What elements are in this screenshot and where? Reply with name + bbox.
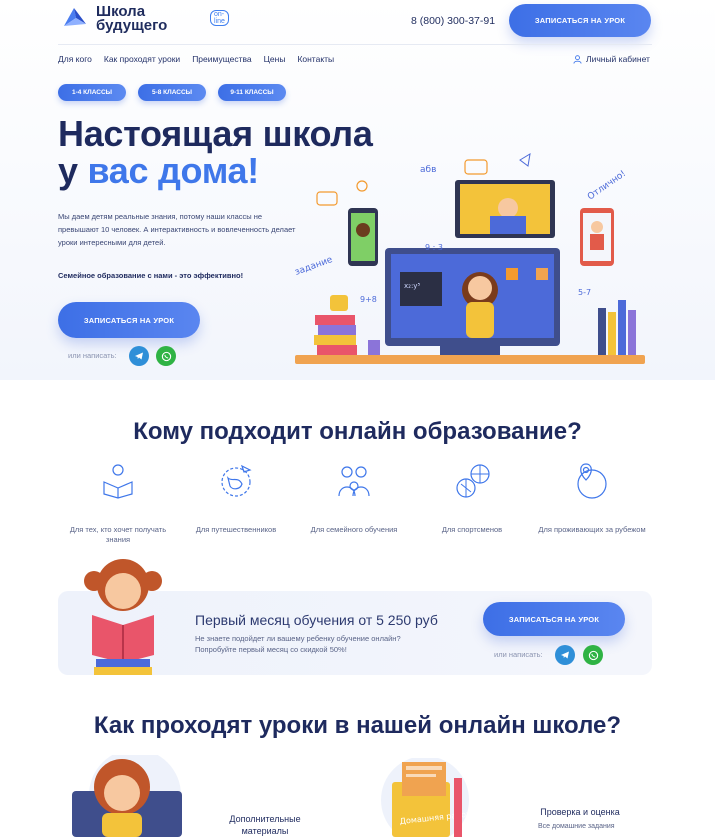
whatsapp-icon[interactable] bbox=[156, 346, 176, 366]
hero-lead: Мы даем детям реальные знания, потому на… bbox=[58, 212, 296, 247]
audience-label-travelers: Для путешественников bbox=[195, 525, 277, 534]
audience-label-athletes: Для спортсменов bbox=[441, 525, 503, 534]
audience-item-family: Для семейного обучения bbox=[294, 460, 414, 535]
main-nav: Для кого Как проходят уроки Преимущества… bbox=[58, 54, 334, 64]
header-divider bbox=[58, 44, 652, 45]
audience-item-travelers: Для путешественников bbox=[176, 460, 296, 535]
nav-item-contacts[interactable]: Контакты bbox=[297, 54, 334, 64]
promo-subtitle: Не знаете подойдет ли вашему ребенку обу… bbox=[195, 633, 401, 655]
logo-line2: будущего bbox=[96, 17, 168, 34]
balls-icon bbox=[456, 464, 490, 498]
illu-text-task: задание bbox=[294, 255, 335, 278]
promo-write-label: или написать: bbox=[494, 650, 543, 659]
hero-illustration: x₂:y⁵ абв Отлично! задание 9: 3 9+8 5-7 bbox=[294, 153, 645, 364]
promo-sub-line2: Попробуйте первый месяц со скидкой 50%! bbox=[195, 645, 347, 654]
account-link[interactable]: Личный кабинет bbox=[573, 54, 650, 64]
family-icon bbox=[338, 466, 370, 497]
homework-illustration: Домашняя работа bbox=[381, 758, 476, 837]
promo-title: Первый месяц обучения от 5 250 руб bbox=[195, 612, 438, 628]
audience-label-abroad: Для проживающих за рубежом bbox=[538, 525, 646, 534]
account-label: Личный кабинет bbox=[586, 54, 650, 64]
step-materials-line2: материалы bbox=[241, 826, 289, 836]
step-materials-label: Дополнительные материалы bbox=[222, 813, 308, 837]
map-pin-icon bbox=[577, 463, 607, 499]
illu-text-sum: 9+8 bbox=[360, 295, 377, 304]
promo-sub-line1: Не знаете подойдет ли вашему ребенку обу… bbox=[195, 634, 401, 643]
pill-grades-5-8[interactable]: 5-8 КЛАССЫ bbox=[138, 84, 206, 101]
lessons-title: Как проходят уроки в нашей онлайн школе? bbox=[93, 712, 622, 739]
logo[interactable]: Школа будущего on-line bbox=[60, 4, 229, 34]
globe-plane-icon bbox=[221, 464, 252, 497]
illu-text-abv: абв bbox=[420, 165, 436, 175]
telegram-icon[interactable] bbox=[129, 346, 149, 366]
audience-label-learners: Для тех, кто хочет получать знания bbox=[69, 525, 167, 544]
illu-text-great: Отлично! bbox=[586, 169, 628, 203]
logo-mark-icon bbox=[64, 8, 86, 26]
hero-title-line2: у вас дома! bbox=[58, 150, 259, 192]
pill-grades-9-11[interactable]: 9-11 КЛАССЫ bbox=[218, 84, 286, 101]
pill-grades-1-4[interactable]: 1-4 КЛАССЫ bbox=[58, 84, 126, 101]
nav-item-prices[interactable]: Цены bbox=[264, 54, 286, 64]
hero-title-prefix: у bbox=[58, 150, 88, 191]
signup-button-hero[interactable]: ЗАПИСАТЬСЯ НА УРОК bbox=[58, 302, 200, 338]
hero-strong: Семейное образование с нами - это эффект… bbox=[58, 271, 244, 280]
hero-section: Школа будущего on-line 8 (800) 300-37-91… bbox=[0, 0, 715, 380]
page: Школа будущего on-line 8 (800) 300-37-91… bbox=[0, 0, 715, 837]
signup-button-header[interactable]: ЗАПИСАТЬСЯ НА УРОК bbox=[509, 4, 651, 37]
grade-pills: 1-4 КЛАССЫ 5-8 КЛАССЫ 9-11 КЛАССЫ bbox=[58, 84, 286, 101]
nav-item-advantages[interactable]: Преимущества bbox=[192, 54, 251, 64]
step-check-sub: Все домашние задания bbox=[538, 823, 615, 830]
logo-badge: on-line bbox=[210, 10, 229, 26]
step-materials-line1: Дополнительные bbox=[229, 814, 301, 824]
audience-title: Кому подходит онлайн образование? bbox=[133, 418, 582, 445]
write-label: или написать: bbox=[68, 351, 117, 360]
promo-whatsapp-icon[interactable] bbox=[583, 645, 603, 665]
signup-button-promo[interactable]: ЗАПИСАТЬСЯ НА УРОК bbox=[483, 602, 625, 636]
girl-reading-illustration bbox=[84, 559, 162, 675]
phone-number[interactable]: 8 (800) 300-37-91 bbox=[411, 15, 495, 27]
illu-text-sub: 5-7 bbox=[578, 288, 591, 297]
hero-title-line1: Настоящая школа bbox=[58, 113, 373, 154]
promo-telegram-icon[interactable] bbox=[555, 645, 575, 665]
audience-item-learners: Для тех, кто хочет получать знания bbox=[58, 460, 178, 545]
book-reader-icon bbox=[103, 464, 133, 499]
illu-text-div: 9 : 3 bbox=[425, 243, 443, 252]
nav-item-lessons[interactable]: Как проходят уроки bbox=[104, 54, 180, 64]
step-check-title: Проверка и оценка bbox=[540, 807, 620, 817]
girl-at-computer-illustration bbox=[72, 755, 182, 837]
user-icon bbox=[573, 54, 582, 64]
audience-item-abroad: Для проживающих за рубежом bbox=[532, 460, 652, 535]
hero-title-accent: вас дома! bbox=[87, 150, 259, 191]
audience-label-family: Для семейного обучения bbox=[310, 525, 398, 534]
audience-item-athletes: Для спортсменов bbox=[412, 460, 532, 535]
nav-item-for-whom[interactable]: Для кого bbox=[58, 54, 92, 64]
svg-text:x₂:y⁵: x₂:y⁵ bbox=[404, 282, 420, 290]
